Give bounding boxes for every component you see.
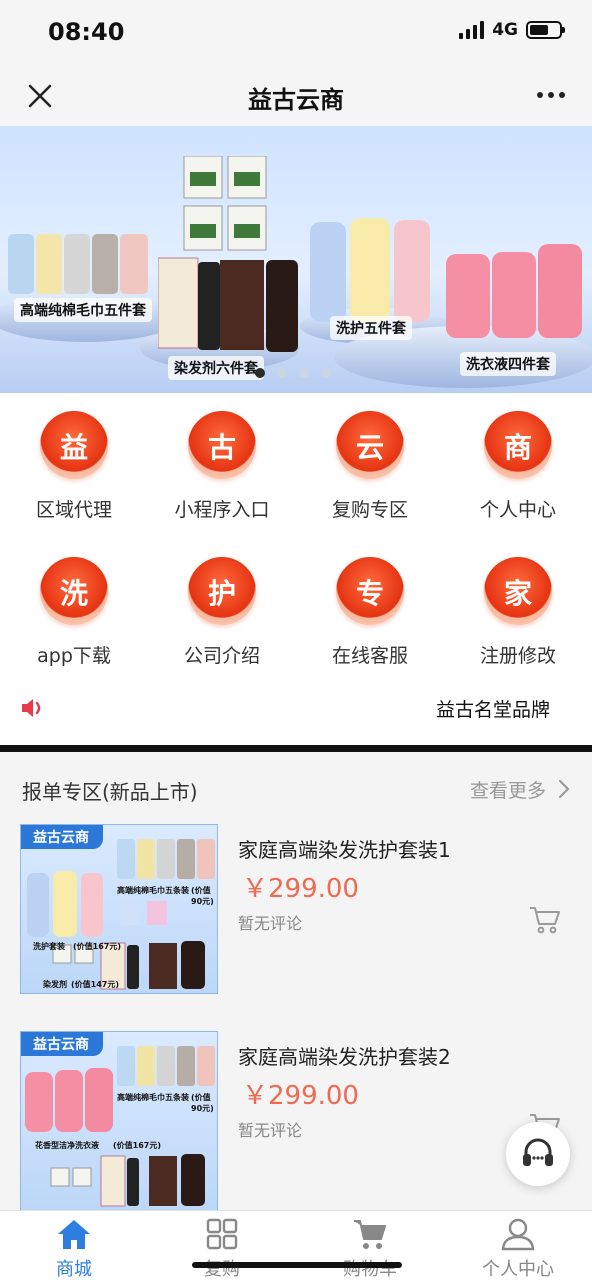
menu-label: 小程序入口 [174,499,270,521]
signal-icon [459,21,485,39]
menu-item-regional-agent[interactable]: 益 区域代理 [0,393,148,539]
wash-care-set-image [310,218,430,322]
tab-cart[interactable]: 购物车 [296,1211,444,1280]
carousel-dot[interactable] [321,368,331,378]
tab-mall[interactable]: 商城 [0,1211,148,1280]
menu-item-register-edit[interactable]: 家 注册修改 [444,539,592,685]
chevron-right-icon[interactable] [556,778,572,800]
banner-label: 染发剂六件套 [168,356,264,380]
promo-banner[interactable]: 高端纯棉毛巾五件套 染发剂六件套 洗护五件套 洗衣液四件套 [0,126,592,393]
menu-item-mini-program[interactable]: 古 小程序入口 [148,393,296,539]
banner-label: 高端纯棉毛巾五件套 [14,298,152,322]
nav-bar: 益古云商 [0,64,592,126]
speaker-icon [22,699,41,717]
page-title: 益古云商 [248,86,344,114]
home-icon [58,1220,90,1249]
add-to-cart-icon[interactable] [528,904,562,934]
product-thumbnail[interactable]: 益古云商 高端纯棉毛巾五条装 (价值90元) 洗护套装 (价值167元) 染发剂… [20,824,218,994]
menu-glyph-icon: 益 [40,411,108,479]
thumbnail-caption: 染发剂 [43,980,67,989]
thumbnail-caption: 花香型洁净洗衣液 [35,1141,99,1150]
thumbnail-tag: 益古云商 [21,825,103,849]
menu-label: 在线客服 [331,645,408,667]
menu-label: 个人中心 [479,499,556,521]
menu-glyph-icon: 古 [188,411,256,479]
product-price: ￥299.00 [242,1081,359,1111]
product-image [25,1046,215,1207]
notice-text: 益古名堂品牌 [435,699,550,721]
cart-icon [354,1220,386,1249]
section-divider [0,745,592,752]
thumbnail-caption: 高端纯棉毛巾五条装 [117,886,189,895]
laundry-set-image [446,244,582,338]
product-price: ￥299.00 [242,874,359,904]
thumbnail-caption: (价值147元) [71,980,120,989]
menu-label: 注册修改 [479,645,556,667]
tab-label: 商城 [56,1259,92,1280]
carousel-dot[interactable] [277,368,287,378]
grid-icon [206,1218,238,1250]
menu-glyph-icon: 商 [484,411,552,479]
thumbnail-caption: 高端纯棉毛巾五条装 [117,1093,189,1102]
menu-glyph-icon: 云 [336,411,404,479]
banner-label: 洗衣液四件套 [460,352,556,376]
thumbnail-caption: (价值167元) [73,942,122,951]
tab-label: 个人中心 [482,1259,554,1280]
menu-item-personal-center[interactable]: 商 个人中心 [444,393,592,539]
menu-item-company-intro[interactable]: 护 公司介绍 [148,539,296,685]
menu-item-repurchase[interactable]: 云 复购专区 [296,393,444,539]
user-icon [501,1218,535,1251]
menu-item-app-download[interactable]: 洗 app下载 [0,539,148,685]
product-thumbnail[interactable]: 益古云商 高端纯棉毛巾五条装 (价值90元) 花香型洁净洗衣液 (价值167元) [20,1031,218,1211]
product-card[interactable]: 益古云商 高端纯棉毛巾五条装 (价值90元) 洗护套装 (价值167元) 染发剂… [0,824,592,994]
menu-grid: 益 区域代理 古 小程序入口 云 复购专区 商 个人中心 洗 app下载 护 公… [0,393,592,683]
tab-personal-center[interactable]: 个人中心 [444,1211,592,1280]
product-name[interactable]: 家庭高端染发洗护套装2 [238,1041,451,1070]
menu-glyph-icon: 护 [188,557,256,625]
thumbnail-caption: (价值167元) [113,1141,162,1150]
tab-repurchase[interactable]: 复购 [148,1211,296,1280]
menu-glyph-icon: 洗 [40,557,108,625]
status-bar: 08:40 4G [0,0,592,64]
product-name[interactable]: 家庭高端染发洗护套装1 [238,834,451,863]
menu-glyph-icon: 专 [336,557,404,625]
menu-label: 公司介绍 [183,645,260,667]
product-image [27,839,215,990]
thumbnail-caption: (价值90元) [191,886,214,906]
thumbnail-tag: 益古云商 [21,1032,103,1056]
thumbnail-caption: 洗护套装 [33,942,65,951]
section-title: 报单专区(新品上市) [22,780,198,804]
status-indicators: 4G [459,20,565,40]
thumbnail-caption: (价值90元) [191,1093,214,1113]
product-reviews: 暂无评论 [238,1121,303,1140]
hair-dye-set-image [158,156,298,352]
network-type: 4G [492,20,518,40]
product-reviews: 暂无评论 [238,914,303,933]
status-time: 08:40 [48,18,125,46]
headset-icon [523,1138,553,1166]
section-header: 报单专区(新品上市) 查看更多 [0,760,592,818]
battery-icon [526,21,565,39]
menu-glyph-icon: 家 [484,557,552,625]
menu-label: 区域代理 [35,499,112,521]
carousel-dot[interactable] [255,368,265,378]
menu-label: 复购专区 [331,499,408,521]
tab-bar: 商城 复购 购物车 个人中心 [0,1210,592,1280]
home-indicator [192,1262,402,1268]
banner-label: 洗护五件套 [330,316,412,340]
menu-label: app下载 [37,645,111,667]
notice-bar[interactable]: 益古名堂品牌 [0,683,592,733]
menu-item-online-service[interactable]: 专 在线客服 [296,539,444,685]
more-dots-icon[interactable] [536,80,566,110]
carousel-dot[interactable] [299,368,309,378]
carousel-dots[interactable] [255,368,331,378]
customer-service-button[interactable] [506,1122,570,1186]
product-card[interactable]: 益古云商 高端纯棉毛巾五条装 (价值90元) 花香型洁净洗衣液 (价值167元)… [0,1031,592,1211]
towel-set-image [8,234,148,294]
view-more-link[interactable]: 查看更多 [470,776,546,803]
